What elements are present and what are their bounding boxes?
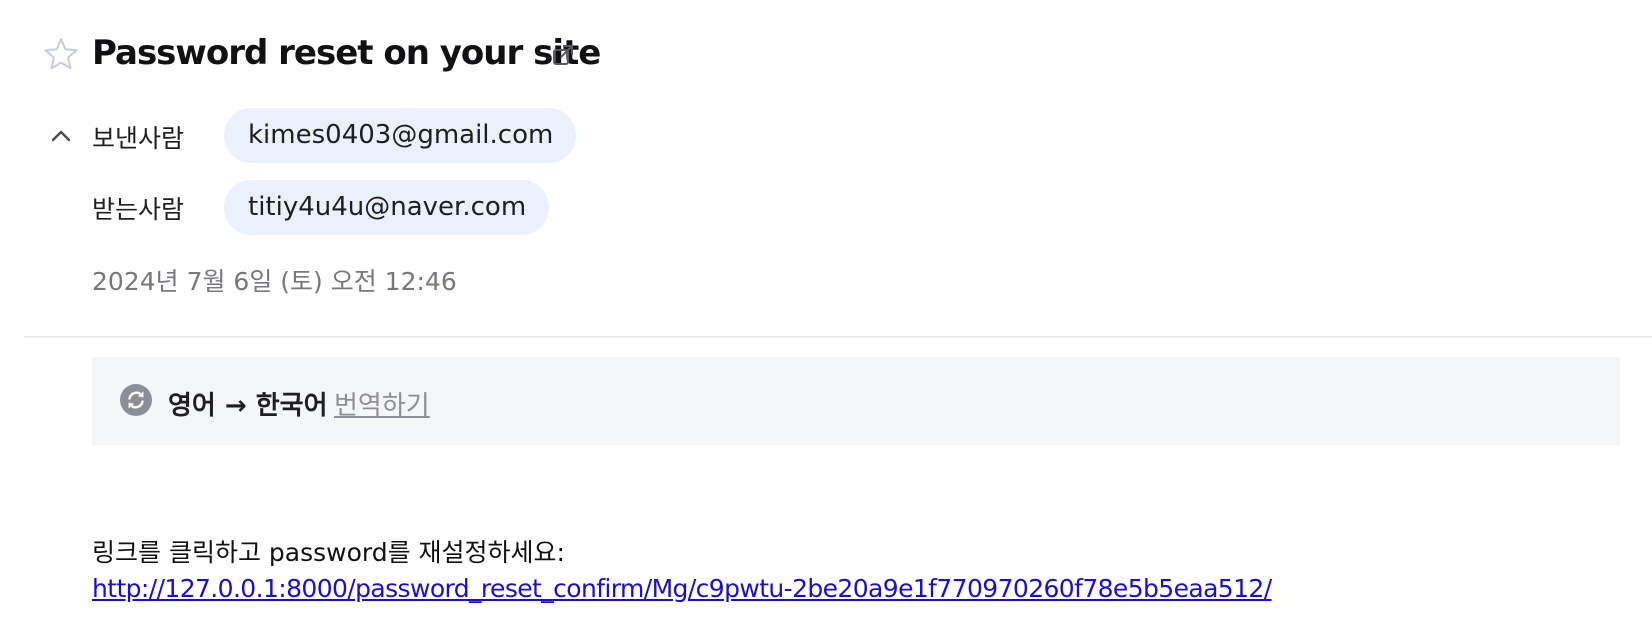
sent-date: 2024년 7월 6일 (토) 오전 12:46 xyxy=(92,267,457,296)
sender-chip[interactable]: kimes0403@gmail.com xyxy=(224,108,577,163)
translate-language-pair: 영어 → 한국어 xyxy=(168,391,328,421)
recipient-chip[interactable]: titiy4u4u@naver.com xyxy=(224,180,550,235)
body-text: 링크를 클릭하고 password를 재설정하세요: xyxy=(92,538,565,567)
mail-view: Password reset on your site 보낸사람 kimes04… xyxy=(0,0,1652,644)
from-label: 보낸사람 xyxy=(92,124,185,153)
header-divider xyxy=(24,336,1652,338)
translate-bar: 영어 → 한국어 번역하기 xyxy=(92,357,1620,445)
to-label: 받는사람 xyxy=(92,195,185,224)
star-icon[interactable] xyxy=(43,36,79,72)
reset-link[interactable]: http://127.0.0.1:8000/password_reset_con… xyxy=(92,574,1272,603)
chevron-up-icon[interactable] xyxy=(50,125,72,147)
translate-refresh-icon xyxy=(120,384,152,416)
external-link-icon[interactable] xyxy=(552,44,574,66)
mail-subject: Password reset on your site xyxy=(92,33,601,73)
translate-button[interactable]: 번역하기 xyxy=(334,385,430,422)
